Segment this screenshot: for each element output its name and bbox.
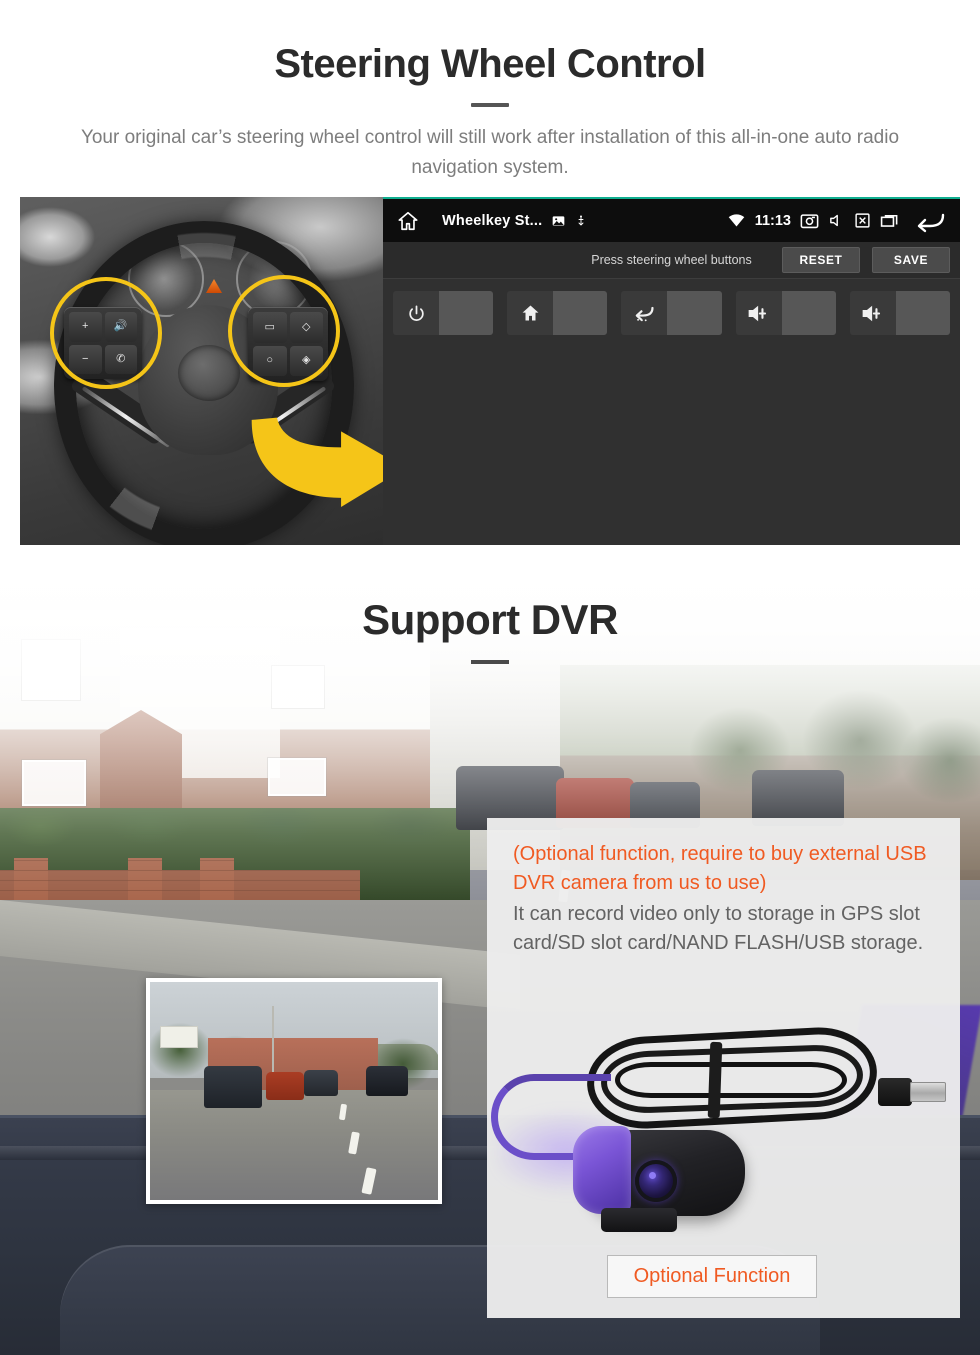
camera-mount-bracket [601,1208,677,1232]
section-description: Your original car’s steering wheel contr… [80,127,900,179]
wheelkey-toolbar: Press steering wheel buttons RESET SAVE [383,242,960,279]
panel-body-text: It can record video only to storage in G… [513,903,924,954]
usb-connector [878,1074,946,1110]
inset-road-sign [160,1026,198,1048]
volume-up-icon [849,291,896,335]
panel-text-block: (Optional function, require to buy exter… [487,818,960,958]
inset-car [204,1066,262,1108]
usb-connector-body [878,1078,912,1106]
gallery-icon [551,214,566,228]
wheelkey-value-home[interactable] [553,291,608,335]
camera-lens [635,1160,677,1202]
steering-wheel-control-section: Steering Wheel Control Your original car… [0,0,980,560]
wheelkey-tile-power[interactable] [393,291,494,335]
back-icon [621,291,668,335]
title-divider [471,103,509,107]
pointer-arrow-icon [251,417,383,507]
mute-icon[interactable] [828,212,845,229]
wheelkey-value-back[interactable] [667,291,722,335]
steering-wheel-photo: + 🔊 − ✆ ▭ ◇ ○ ◈ [20,197,383,545]
volume-up-icon [735,291,782,335]
highlight-circle-right [228,275,340,387]
inset-lamp-post [272,1006,274,1076]
back-icon[interactable] [916,209,946,233]
dvr-title-divider [471,660,509,664]
inset-car [366,1066,408,1096]
camera-adjust-ring [573,1126,631,1214]
home-icon [507,291,554,335]
wheelkey-value-power[interactable] [439,291,494,335]
power-icon [393,291,440,335]
wheelkey-value-volume-up-1[interactable] [781,291,836,335]
save-button[interactable]: SAVE [872,247,950,273]
android-status-bar: Wheelkey St... 11:13 [383,199,960,242]
wheelkey-tile-home[interactable] [507,291,608,335]
usb-icon [575,213,587,229]
wheelkey-tile-volume-up-1[interactable] [735,291,836,335]
wifi-icon [727,213,746,228]
dvr-title: Support DVR [362,596,618,643]
inset-road [150,1090,438,1200]
android-headunit-screen: Wheelkey St... 11:13 Press steering whee… [383,197,960,545]
instruction-text: Press steering wheel buttons [591,253,752,267]
usb-dvr-camera-photo [491,1022,952,1254]
optional-function-button[interactable]: Optional Function [607,1255,817,1298]
page-title: Steering Wheel Control [274,42,706,86]
optional-note: (Optional function, require to buy exter… [513,843,927,894]
inset-car [266,1072,304,1100]
wheelkey-tile-back[interactable] [621,291,722,335]
inset-car [304,1070,338,1096]
dashcam-inset-photo [146,978,442,1204]
app-title: Wheelkey St... [442,212,543,229]
camera-icon[interactable] [800,212,819,229]
airbag-cover [178,345,240,401]
reset-button[interactable]: RESET [782,247,860,273]
recents-icon[interactable] [880,213,899,228]
toolbar-buttons: RESET SAVE [782,247,950,273]
home-icon[interactable] [397,210,419,232]
steering-media-row: + 🔊 − ✆ ▭ ◇ ○ ◈ Wheelkey St... 11:13 Pre… [20,197,960,545]
wheelkey-tile-volume-up-2[interactable] [849,291,951,335]
wheelkey-assignment-row [383,279,960,335]
cable-coil-inner [615,1062,847,1098]
clock: 11:13 [754,212,791,229]
highlight-circle-left [50,277,162,389]
usb-connector-metal [910,1082,946,1102]
wheelkey-value-volume-up-2[interactable] [895,291,951,335]
sdcard-icon[interactable] [854,212,871,229]
